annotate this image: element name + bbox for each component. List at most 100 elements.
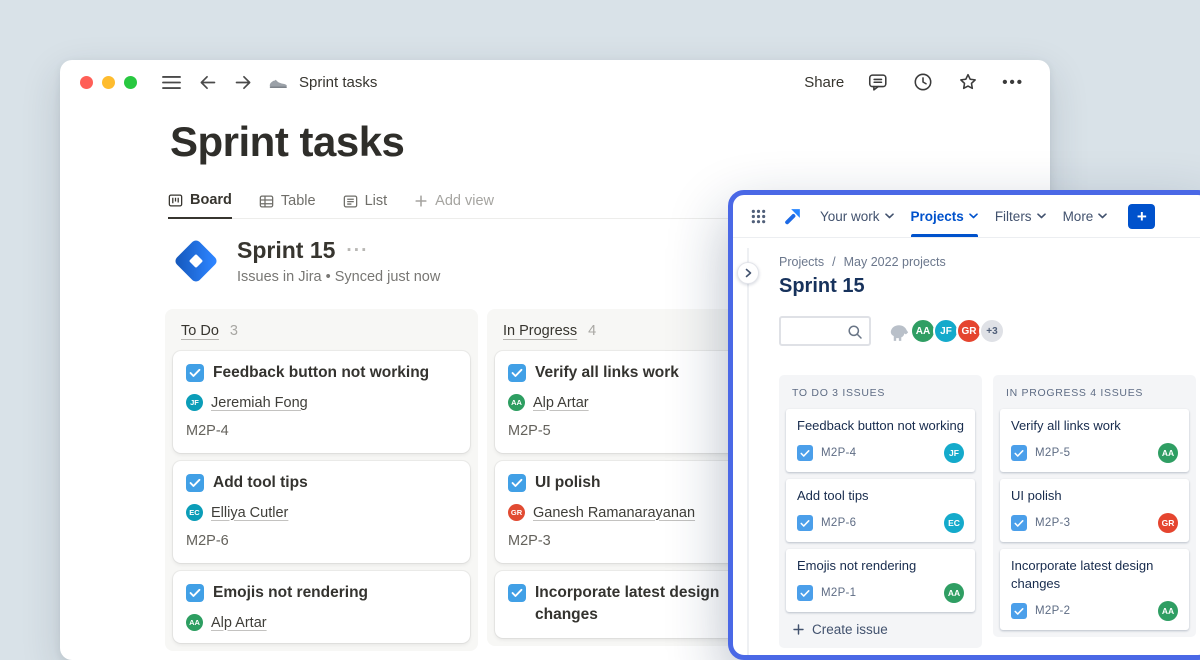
checked-checkbox-icon[interactable] [508,364,526,382]
column-name[interactable]: In Progress [503,323,577,339]
avatar[interactable]: GR [1158,513,1178,533]
assignee-link[interactable]: Alp Artar [533,395,589,411]
search-icon [847,324,863,340]
checked-checkbox-icon[interactable] [186,364,204,382]
assignee-link[interactable]: Jeremiah Fong [211,395,308,411]
notion-card[interactable]: Add tool tips EC Elliya Cutler M2P-6 [173,461,470,563]
zoom-button[interactable] [124,76,137,89]
jira-card[interactable]: Emojis not rendering M2P-1 AA [786,549,975,612]
share-button[interactable]: Share [804,74,844,91]
avatar[interactable]: EC [944,513,964,533]
tab-board[interactable]: Board [168,192,232,219]
sync-title: Sprint 15 [237,237,335,264]
nav-your-work[interactable]: Your work [820,195,894,237]
nav-projects[interactable]: Projects [911,195,978,237]
expand-sidebar-button[interactable] [737,262,759,284]
search-box[interactable] [779,316,871,346]
favorite-star-icon[interactable] [957,71,979,93]
list-view-icon [343,194,358,209]
hamburger-menu-icon[interactable] [161,74,182,91]
close-button[interactable] [80,76,93,89]
task-type-icon [797,585,813,601]
breadcrumb: Projects / May 2022 projects [779,255,946,269]
forward-arrow-icon[interactable] [233,72,254,93]
page-title[interactable]: Sprint tasks [170,116,1050,168]
task-type-icon [1011,603,1027,619]
create-issue-button[interactable]: Create issue [786,612,975,641]
notion-column-todo: To Do 3 Feedback button not working JF J… [165,309,478,651]
table-view-icon [259,194,274,209]
avatar[interactable]: AA [1158,601,1178,621]
plus-icon [414,194,428,208]
checked-checkbox-icon[interactable] [508,584,526,602]
avatar-overflow[interactable]: +3 [979,318,1005,344]
jira-logo-icon [172,237,220,285]
tab-table[interactable]: Table [259,193,316,218]
elephant-avatar[interactable] [886,318,912,344]
jira-card[interactable]: Verify all links work M2P-5 AA [1000,409,1189,472]
issue-id: M2P-2 [1035,605,1070,617]
nav-label: Projects [911,209,964,224]
jira-card[interactable]: UI polish M2P-3 GR [1000,479,1189,542]
avatar[interactable]: AA [1158,443,1178,463]
checked-checkbox-icon[interactable] [186,584,204,602]
window-title: Sprint tasks [299,74,377,91]
card-title: Emojis not rendering [213,582,368,604]
breadcrumb-separator: / [832,255,835,269]
issue-id: M2P-6 [821,517,856,529]
card-title: Feedback button not working [213,362,429,384]
notion-card[interactable]: Feedback button not working JF Jeremiah … [173,351,470,453]
more-options-button[interactable]: ••• [1002,74,1024,91]
avatar-group: AA JF GR +3 [886,318,1005,344]
back-arrow-icon[interactable] [197,72,218,93]
create-button[interactable]: + [1128,204,1155,229]
tab-list[interactable]: List [343,193,388,218]
card-title: Emojis not rendering [797,557,964,575]
notion-card[interactable]: Emojis not rendering AA Alp Artar [173,571,470,643]
column-count: 4 [588,323,596,339]
board-view-icon [168,193,183,208]
chevron-down-icon [885,213,894,219]
assignee-link[interactable]: Elliya Cutler [211,505,288,521]
history-clock-icon[interactable] [912,71,934,93]
sneaker-page-icon [269,75,288,90]
column-name[interactable]: To Do [181,323,219,339]
avatar: GR [508,504,525,521]
jira-column-inprogress: IN PROGRESS 4 ISSUES Verify all links wo… [993,375,1196,637]
jira-column-todo: TO DO 3 ISSUES Feedback button not worki… [779,375,982,648]
avatar[interactable]: JF [944,443,964,463]
column-count: 3 [230,323,238,339]
avatar: EC [186,504,203,521]
chevron-down-icon [1098,213,1107,219]
task-type-icon [1011,515,1027,531]
jira-card[interactable]: Incorporate latest design changes M2P-2 … [1000,549,1189,630]
assignee-link[interactable]: Alp Artar [211,615,267,631]
sync-more-button[interactable]: ··· [346,240,368,262]
checked-checkbox-icon[interactable] [508,474,526,492]
breadcrumb-projects[interactable]: Projects [779,255,824,269]
comments-icon[interactable] [867,71,889,93]
minimize-button[interactable] [102,76,115,89]
sidebar-divider [747,248,749,655]
tab-table-label: Table [281,193,316,209]
jira-card[interactable]: Add tool tips M2P-6 EC [786,479,975,542]
jira-logo-icon[interactable] [783,206,803,226]
app-switcher-grid-icon[interactable] [751,209,766,224]
assignee-link[interactable]: Ganesh Ramanarayanan [533,505,695,521]
breadcrumb-project-name[interactable]: May 2022 projects [844,255,946,269]
checked-checkbox-icon[interactable] [186,474,204,492]
issue-id: M2P-6 [186,531,457,551]
task-type-icon [1011,445,1027,461]
avatar[interactable]: AA [944,583,964,603]
column-header: IN PROGRESS 4 ISSUES [1000,382,1189,409]
nav-filters[interactable]: Filters [995,195,1046,237]
jira-card[interactable]: Feedback button not working M2P-4 JF [786,409,975,472]
nav-more[interactable]: More [1063,195,1108,237]
card-title: UI polish [535,472,600,494]
add-view-button[interactable]: Add view [414,193,494,218]
board-toolbar: AA JF GR +3 [779,316,1005,346]
card-title: Incorporate latest design changes [1011,557,1178,593]
task-type-icon [797,445,813,461]
nav-label: Your work [820,209,880,224]
traffic-lights [80,76,137,89]
